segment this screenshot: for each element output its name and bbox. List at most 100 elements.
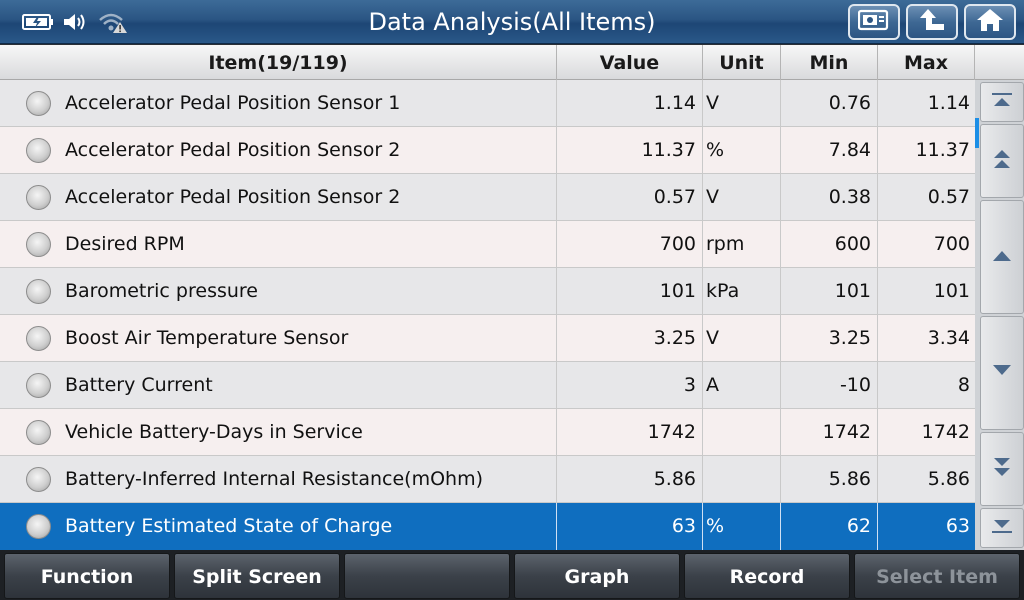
item-name: Battery Current: [65, 362, 557, 409]
item-value: 1.14: [557, 80, 703, 127]
item-value: 3.25: [557, 315, 703, 362]
item-max: 1742: [921, 421, 970, 443]
item-value: 700: [557, 221, 703, 268]
item-unit: rpm: [703, 221, 781, 268]
item-max: 0.57: [927, 186, 970, 208]
item-max: 1.14: [927, 92, 970, 114]
item-min: 7.84: [781, 127, 878, 174]
item-unit: [703, 456, 781, 503]
page-down-icon: [990, 454, 1014, 484]
item-name: Desired RPM: [65, 221, 557, 268]
table-row[interactable]: Accelerator Pedal Position Sensor 1 1.14…: [0, 80, 975, 127]
table-row[interactable]: Battery Current 3 A -10 8: [0, 362, 975, 409]
row-radio[interactable]: [26, 373, 51, 398]
item-unit: kPa: [703, 268, 781, 315]
empty-button[interactable]: [344, 553, 510, 599]
item-value: 101: [557, 268, 703, 315]
item-max: 700: [933, 233, 970, 255]
item-value: 5.86: [557, 456, 703, 503]
scroll-up-button[interactable]: [980, 200, 1024, 314]
item-name: Boost Air Temperature Sensor: [65, 315, 557, 362]
title-bar: Data Analysis(All Items): [0, 0, 1024, 44]
table-row[interactable]: Accelerator Pedal Position Sensor 2 0.57…: [0, 174, 975, 221]
item-min: 0.38: [781, 174, 878, 221]
back-icon: [917, 7, 947, 37]
column-header-unit: Unit: [703, 45, 781, 80]
scroll-down-button[interactable]: [980, 316, 1024, 430]
item-value: 11.37: [557, 127, 703, 174]
select-item-button[interactable]: Select Item: [854, 553, 1020, 599]
table-row[interactable]: Vehicle Battery-Days in Service 1742 174…: [0, 409, 975, 456]
data-table: Accelerator Pedal Position Sensor 1 1.14…: [0, 80, 975, 550]
item-min: 5.86: [781, 456, 878, 503]
item-min: -10: [781, 362, 878, 409]
row-radio[interactable]: [26, 232, 51, 257]
item-value: 0.57: [557, 174, 703, 221]
row-radio[interactable]: [26, 91, 51, 116]
back-button[interactable]: [906, 4, 958, 40]
row-radio[interactable]: [26, 420, 51, 445]
screenshot-button[interactable]: [848, 4, 900, 40]
item-name: Accelerator Pedal Position Sensor 2: [65, 127, 557, 174]
table-row[interactable]: Barometric pressure 101 kPa 101 101: [0, 268, 975, 315]
item-min: 62: [781, 503, 878, 550]
item-min: 101: [781, 268, 878, 315]
bottom-toolbar: Function Split Screen Graph Record Selec…: [0, 550, 1024, 600]
graph-button[interactable]: Graph: [514, 553, 680, 599]
page-down-button[interactable]: [980, 432, 1024, 506]
row-radio[interactable]: [26, 326, 51, 351]
item-max: 5.86: [927, 468, 970, 490]
item-max: 63: [945, 515, 970, 537]
item-name: Battery-Inferred Internal Resistance(mOh…: [65, 456, 557, 503]
row-radio[interactable]: [26, 279, 51, 304]
item-unit: V: [703, 80, 781, 127]
item-min: 1742: [781, 409, 878, 456]
item-min: 600: [781, 221, 878, 268]
table-row[interactable]: Battery-Inferred Internal Resistance(mOh…: [0, 456, 975, 503]
scroll-bottom-button[interactable]: [980, 508, 1024, 548]
column-header-value: Value: [557, 45, 703, 80]
table-row[interactable]: Boost Air Temperature Sensor 3.25 V 3.25…: [0, 315, 975, 362]
item-max: 11.37: [915, 139, 970, 161]
row-radio[interactable]: [26, 467, 51, 492]
scroll-thumb[interactable]: [975, 118, 979, 148]
item-unit: %: [703, 503, 781, 550]
table-header: Item(19/119) Value Unit Min Max: [0, 45, 1024, 80]
item-unit: A: [703, 362, 781, 409]
home-button[interactable]: [964, 4, 1016, 40]
scroll-up-icon: [990, 246, 1014, 268]
row-radio[interactable]: [26, 138, 51, 163]
item-value: 3: [557, 362, 703, 409]
item-name: Battery Estimated State of Charge: [65, 503, 557, 550]
split-screen-button[interactable]: Split Screen: [174, 553, 340, 599]
record-button[interactable]: Record: [684, 553, 850, 599]
scroll-panel: [975, 80, 1024, 550]
table-row-selected[interactable]: Battery Estimated State of Charge 63 % 6…: [0, 503, 975, 550]
page-up-icon: [990, 146, 1014, 176]
scroll-bottom-icon: [990, 517, 1014, 539]
row-radio[interactable]: [26, 185, 51, 210]
item-name: Accelerator Pedal Position Sensor 1: [65, 80, 557, 127]
function-button[interactable]: Function: [4, 553, 170, 599]
column-header-item: Item(19/119): [0, 45, 557, 80]
scroll-top-button[interactable]: [980, 82, 1024, 122]
row-radio[interactable]: [26, 514, 51, 539]
item-name: Barometric pressure: [65, 268, 557, 315]
item-unit: [703, 409, 781, 456]
column-header-max: Max: [878, 45, 975, 80]
scroll-down-icon: [990, 362, 1014, 384]
item-value: 63: [557, 503, 703, 550]
scroll-top-icon: [990, 91, 1014, 113]
column-header-min: Min: [781, 45, 878, 80]
item-name: Accelerator Pedal Position Sensor 2: [65, 174, 557, 221]
home-icon: [975, 7, 1005, 37]
item-unit: %: [703, 127, 781, 174]
item-unit: V: [703, 174, 781, 221]
page-up-button[interactable]: [980, 124, 1024, 198]
item-min: 3.25: [781, 315, 878, 362]
item-value: 1742: [557, 409, 703, 456]
table-row[interactable]: Accelerator Pedal Position Sensor 2 11.3…: [0, 127, 975, 174]
item-max: 8: [957, 374, 970, 396]
table-row[interactable]: Desired RPM 700 rpm 600 700: [0, 221, 975, 268]
item-max: 3.34: [927, 327, 970, 349]
